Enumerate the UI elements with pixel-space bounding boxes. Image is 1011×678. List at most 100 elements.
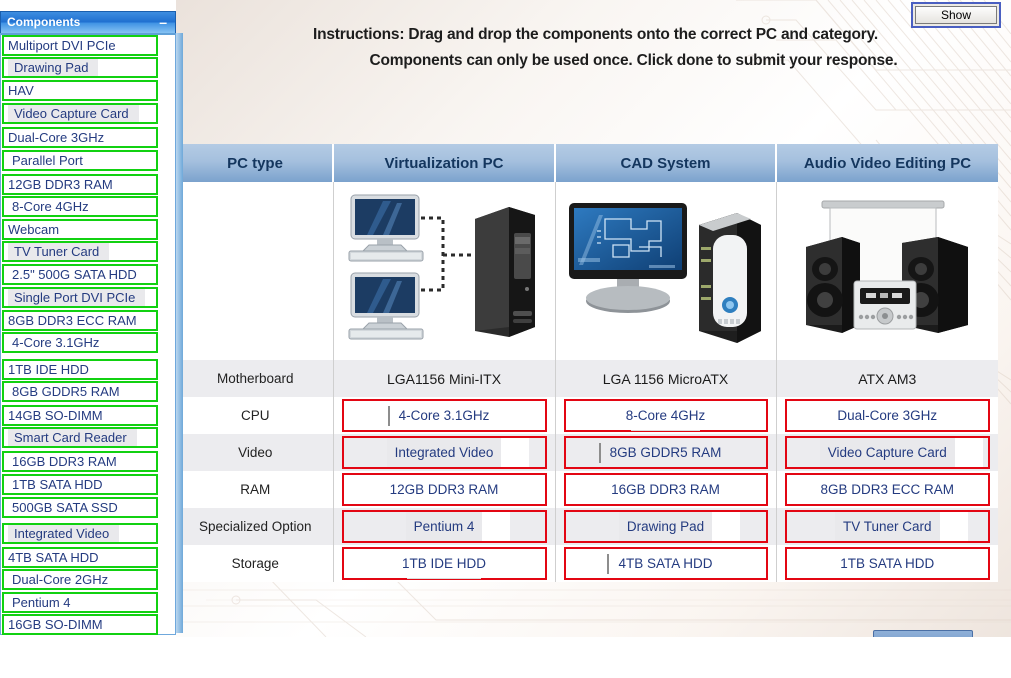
cad-workstation-image (568, 202, 761, 343)
dropped-component[interactable]: 8GB GDDR5 RAM (563, 436, 768, 469)
dropped-component[interactable]: 4-Core 3.1GHz (341, 399, 547, 432)
component-item[interactable]: Dual-Core 2GHz (2, 569, 158, 590)
dropped-component-label: 8-Core 4GHz (618, 401, 714, 430)
component-item[interactable]: Webcam (2, 219, 158, 240)
component-item[interactable]: 8GB DDR3 ECC RAM (2, 310, 158, 331)
dropped-component[interactable]: TV Tuner Card (784, 510, 990, 543)
component-item[interactable]: 500GB SATA SSD (2, 497, 158, 518)
drop-target-cell[interactable]: 8GB DDR3 ECC RAM (776, 471, 998, 508)
dropped-component-label: 4TB SATA HDD (607, 549, 720, 578)
audio-video-editing-pc-image (776, 182, 998, 360)
dropped-component[interactable]: 8-Core 4GHz (563, 399, 768, 432)
motherboard-cell: LGA 1156 MicroATX (555, 360, 777, 397)
component-item-label: 4-Core 3.1GHz (12, 335, 100, 350)
drop-target-cell[interactable]: 12GB DDR3 RAM (333, 471, 556, 508)
component-item-label: 8GB DDR3 ECC RAM (8, 313, 137, 328)
home-theater-image (806, 200, 969, 333)
component-item[interactable]: Single Port DVI PCIe (2, 287, 158, 308)
component-item-label: Pentium 4 (12, 595, 71, 610)
components-list: Multiport DVI PCIe Drawing Pad HAV Video Ca… (0, 33, 176, 635)
component-item-label: Smart Card Reader (8, 429, 137, 446)
column-header-audio-video-editing-pc: Audio Video Editing PC (776, 144, 998, 182)
component-item[interactable]: 2.5" 500G SATA HDD (2, 264, 158, 285)
drop-target-cell[interactable]: 1TB SATA HDD (776, 545, 998, 582)
drop-target-cell[interactable]: 8-Core 4GHz (555, 397, 777, 434)
component-item-label: 8-Core 4GHz (12, 199, 89, 214)
row-label-ram: RAM (178, 471, 334, 508)
dropped-component-label: 8GB GDDR5 RAM (598, 438, 730, 467)
show-button-focus-ring: Show (911, 2, 1001, 28)
component-item[interactable]: 4-Core 3.1GHz (2, 332, 158, 353)
table-row: Specialized Option Pentium 4 Drawing Pad TV… (178, 508, 998, 545)
motherboard-cell: ATX AM3 (776, 360, 998, 397)
dropped-component[interactable]: Dual-Core 3GHz (784, 399, 990, 432)
component-item[interactable]: 8GB GDDR5 RAM (2, 381, 158, 402)
dropped-component[interactable]: 12GB DDR3 RAM (341, 473, 547, 506)
drop-target-cell[interactable]: TV Tuner Card (776, 508, 998, 545)
motherboard-model-text: ATX AM3 (858, 370, 917, 387)
dropped-component[interactable]: Pentium 4 (341, 510, 547, 543)
component-item[interactable]: Dual-Core 3GHz (2, 127, 158, 148)
drop-target-cell[interactable]: Pentium 4 (333, 508, 556, 545)
done-button[interactable] (873, 630, 973, 637)
components-panel-scrollbar[interactable] (176, 33, 183, 633)
motherboard-cell: LGA1156 Mini-ITX (333, 360, 556, 397)
drop-target-cell[interactable]: 16GB DDR3 RAM (555, 471, 777, 508)
minimize-icon[interactable]: – (159, 12, 167, 32)
dropped-component[interactable]: 16GB DDR3 RAM (563, 473, 768, 506)
drop-target-cell[interactable]: Integrated Video (333, 434, 556, 471)
component-item-label: Drawing Pad (8, 59, 99, 76)
component-item[interactable]: Smart Card Reader (2, 427, 158, 448)
component-item-label: Dual-Core 3GHz (8, 130, 105, 145)
dropped-component[interactable]: Integrated Video (341, 436, 547, 469)
component-item[interactable]: 8-Core 4GHz (2, 196, 158, 217)
component-item-label: 2.5" 500G SATA HDD (12, 267, 137, 282)
images-row-label-spacer (178, 182, 334, 360)
dropped-component-label: 4-Core 3.1GHz (387, 401, 498, 430)
components-panel-title: Components (7, 15, 81, 29)
component-item[interactable]: HAV (2, 80, 158, 101)
dropped-component[interactable]: Drawing Pad (563, 510, 768, 543)
dropped-component[interactable]: 8GB DDR3 ECC RAM (784, 473, 990, 506)
component-item[interactable]: Pentium 4 (2, 592, 158, 613)
component-item-label: 16GB DDR3 RAM (12, 454, 117, 469)
component-item[interactable]: 12GB DDR3 RAM (2, 174, 158, 195)
dropped-component[interactable]: 1TB SATA HDD (784, 547, 990, 580)
motherboard-model-text: LGA1156 Mini-ITX (386, 370, 502, 387)
component-item-label: Video Capture Card (8, 105, 139, 122)
component-item-label: 16GB SO-DIMM (8, 617, 103, 632)
component-item-label: Dual-Core 2GHz (12, 572, 109, 587)
component-item[interactable]: Parallel Port (2, 150, 158, 171)
drop-target-cell[interactable]: 4-Core 3.1GHz (333, 397, 556, 434)
drop-target-cell[interactable]: 4TB SATA HDD (555, 545, 777, 582)
component-item[interactable]: 16GB SO-DIMM (2, 614, 158, 635)
component-item[interactable]: 14GB SO-DIMM (2, 405, 158, 426)
drop-target-cell[interactable]: 1TB IDE HDD (333, 545, 556, 582)
question-stage: Show Instructions: Drag and drop the com… (176, 0, 1011, 637)
drop-target-cell[interactable]: Drawing Pad (555, 508, 777, 545)
drop-target-cell[interactable]: Dual-Core 3GHz (776, 397, 998, 434)
table-row: CPU 4-Core 3.1GHz 8-Core 4GHz Dual-Core 3GH… (178, 397, 998, 434)
component-item[interactable]: Integrated Video (2, 523, 158, 544)
dropped-component[interactable]: 1TB IDE HDD (341, 547, 547, 580)
dropped-component[interactable]: 4TB SATA HDD (563, 547, 768, 580)
row-label-motherboard: Motherboard (178, 360, 334, 397)
dropped-component-label: Drawing Pad (618, 512, 713, 541)
dropped-component[interactable]: Video Capture Card (784, 436, 990, 469)
component-item[interactable]: Drawing Pad (2, 57, 158, 78)
table-row: Video Integrated Video 8GB GDDR5 RAM Video … (178, 434, 998, 471)
component-item[interactable]: Multiport DVI PCIe (2, 35, 158, 56)
drop-target-cell[interactable]: Video Capture Card (776, 434, 998, 471)
drop-target-cell[interactable]: 8GB GDDR5 RAM (555, 434, 777, 471)
show-button[interactable]: Show (915, 6, 997, 24)
component-item[interactable]: 1TB IDE HDD (2, 359, 158, 380)
component-item[interactable]: TV Tuner Card (2, 241, 158, 262)
component-item[interactable]: 4TB SATA HDD (2, 547, 158, 568)
instructions-line-2: Components can only be used once. Click … (369, 52, 898, 69)
component-item-label: 12GB DDR3 RAM (8, 177, 113, 192)
component-item[interactable]: Video Capture Card (2, 103, 158, 124)
component-item[interactable]: 1TB SATA HDD (2, 474, 158, 495)
component-item[interactable]: 16GB DDR3 RAM (2, 451, 158, 472)
row-label-storage: Storage (178, 545, 334, 582)
dropped-component-label: Pentium 4 (405, 512, 483, 541)
